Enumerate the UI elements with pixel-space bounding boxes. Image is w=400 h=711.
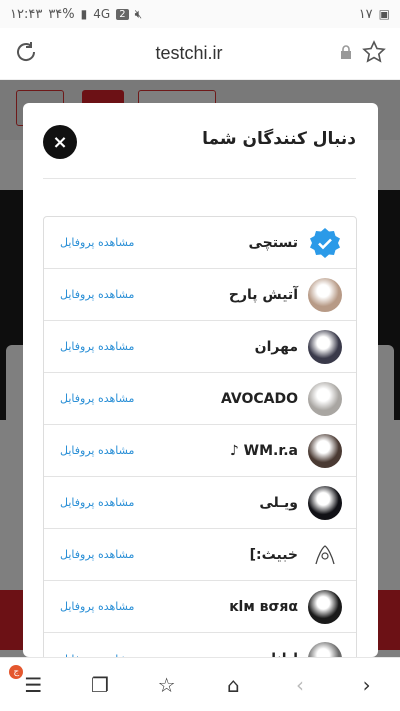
network-type-text: 4G <box>93 7 111 21</box>
gallery-icon: ▣ <box>378 7 390 21</box>
follower-row: مشاهده پروفایللیانا <box>44 633 356 657</box>
follower-identity: ویـلی <box>259 485 342 520</box>
follower-name: خبیث:] <box>249 546 298 563</box>
follower-identity: مهران <box>254 329 342 364</box>
forward-icon[interactable]: › <box>347 673 387 697</box>
follower-row: مشاهده پروفایل ĸlм вσяα <box>44 581 356 633</box>
back-icon[interactable]: ‹ <box>280 673 320 697</box>
mute-icon: 🔇︎ <box>134 6 143 21</box>
follower-name: WM.r.a ♪ <box>229 442 298 459</box>
follower-row: مشاهده پروفایل خبیث:] <box>44 529 356 581</box>
avatar[interactable] <box>308 642 342 657</box>
verified-badge-icon[interactable] <box>308 226 342 260</box>
follower-identity: AVOCADO <box>220 381 342 416</box>
follower-name: ویـلی <box>259 494 298 511</box>
signal-icon: ▮ <box>80 7 88 21</box>
follower-name: ĸlм вσяα <box>229 598 298 615</box>
url-text[interactable]: testchi.ir <box>155 43 222 64</box>
view-profile-link[interactable]: مشاهده پروفایل <box>60 392 134 405</box>
follower-row: مشاهده پروفایل AVOCADO <box>44 373 356 425</box>
follower-identity: WM.r.a ♪ <box>229 433 342 468</box>
follower-identity: تستچی <box>249 226 342 260</box>
avatar[interactable] <box>308 537 342 572</box>
address-bar: testchi.ir <box>0 28 400 80</box>
follower-identity: خبیث:] <box>249 537 342 572</box>
follower-identity: ĸlм вσяα <box>229 589 342 624</box>
avatar[interactable] <box>308 277 342 312</box>
follower-name: AVOCADO <box>220 390 298 407</box>
header-divider <box>43 178 356 179</box>
status-right: ۱۷ ▣ <box>359 7 390 22</box>
follower-identity: لیانا <box>271 642 342 657</box>
avatar[interactable] <box>308 433 342 468</box>
follower-name: تستچی <box>248 234 298 251</box>
followers-modal: × دنبال کنندگان شما مشاهده پروفایل تستچی م… <box>23 103 378 657</box>
follower-row: مشاهده پروفایل WM.r.a ♪ <box>44 425 356 477</box>
view-profile-link[interactable]: مشاهده پروفایل <box>60 496 134 509</box>
avatar[interactable] <box>308 589 342 624</box>
follower-row: مشاهده پروفایل مهران <box>44 321 356 373</box>
reload-icon[interactable] <box>14 40 38 68</box>
time-text: ۱۲:۴۳ <box>10 6 43 22</box>
follower-name: آتیش پارح <box>228 286 298 303</box>
bookmarks-icon[interactable]: ☆ <box>147 673 187 697</box>
follower-identity: آتیش پارح <box>228 277 342 312</box>
view-profile-link[interactable]: مشاهده پروفایل <box>60 288 134 301</box>
star-icon[interactable] <box>362 39 386 68</box>
menu-badge: ج <box>9 664 24 679</box>
follower-row: مشاهده پروفایل تستچی <box>44 217 356 269</box>
avatar[interactable] <box>308 329 342 364</box>
bottom-navigation: ☰ ج ❐ ☆ ⌂ ‹ › <box>0 657 400 711</box>
lock-icon <box>340 44 352 63</box>
status-bar: ۱۲:۴۳ ۳۴% ▮ 4G 2 🔇︎ ۱۷ ▣ <box>0 0 400 28</box>
battery-text: ۳۴% <box>48 6 75 22</box>
modal-title: دنبال کنندگان شما <box>202 129 356 149</box>
view-profile-link[interactable]: مشاهده پروفایل <box>60 548 134 561</box>
follower-row: مشاهده پروفایل ویـلی <box>44 477 356 529</box>
avatar[interactable] <box>308 485 342 520</box>
home-icon[interactable]: ⌂ <box>213 673 253 697</box>
close-button[interactable]: × <box>43 125 77 159</box>
followers-list: مشاهده پروفایل تستچی مشاهده پروفایل آتیش پا… <box>43 216 357 657</box>
view-profile-link[interactable]: مشاهده پروفایل <box>60 236 134 249</box>
view-profile-link[interactable]: مشاهده پروفایل <box>60 340 134 353</box>
sim-badge: 2 <box>116 8 129 20</box>
modal-header: × دنبال کنندگان شما <box>23 103 378 178</box>
date-text: ۱۷ <box>358 6 373 22</box>
menu-icon[interactable]: ☰ ج <box>9 664 53 697</box>
view-profile-link[interactable]: مشاهده پروفایل <box>60 600 134 613</box>
follower-name: مهران <box>254 338 298 355</box>
tabs-icon[interactable]: ❐ <box>80 673 120 697</box>
status-left: ۱۲:۴۳ ۳۴% ▮ 4G 2 🔇︎ <box>10 7 142 22</box>
avatar[interactable] <box>308 381 342 416</box>
follower-row: مشاهده پروفایل آتیش پارح <box>44 269 356 321</box>
view-profile-link[interactable]: مشاهده پروفایل <box>60 444 134 457</box>
